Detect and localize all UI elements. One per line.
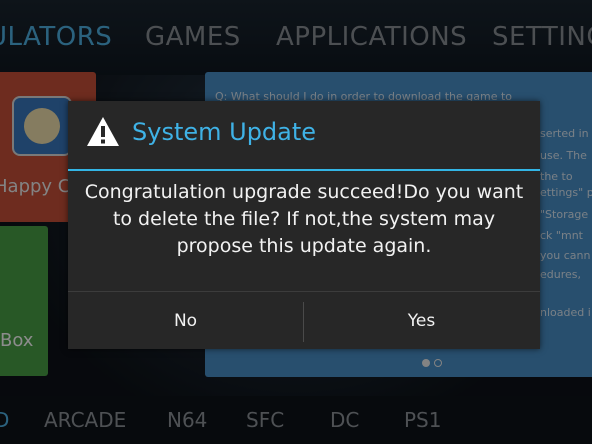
warning-icon <box>87 117 119 146</box>
system-update-dialog: System Update Congratulation upgrade suc… <box>68 101 540 349</box>
no-button[interactable]: No <box>68 292 303 350</box>
dialog-message: Congratulation upgrade succeed!Do you wa… <box>84 181 524 257</box>
dialog-button-row: No Yes <box>68 291 540 350</box>
dialog-title: System Update <box>132 118 317 146</box>
dialog-header: System Update <box>68 101 540 169</box>
yes-button[interactable]: Yes <box>304 292 539 350</box>
dialog-divider <box>68 169 540 171</box>
